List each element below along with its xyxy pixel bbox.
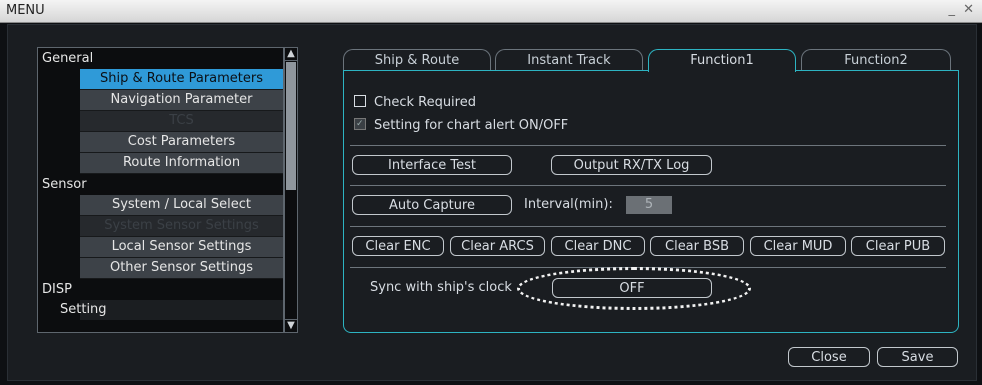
interval-input[interactable]: 5 [626, 196, 672, 214]
save-button[interactable]: Save [877, 347, 958, 367]
check-required-checkbox[interactable]: Check Required [354, 95, 476, 111]
menu-dialog: General Ship & Route Parameters Navigati… [7, 24, 977, 381]
clear-bsb-button[interactable]: Clear BSB [650, 236, 744, 256]
chart-alert-checkbox[interactable]: Setting for chart alert ON/OFF [354, 118, 568, 134]
highlight-ellipse [517, 267, 751, 310]
tree-item-navigation-parameter[interactable]: Navigation Parameter [80, 90, 283, 111]
output-log-button[interactable]: Output RX/TX Log [551, 155, 712, 175]
window-title: MENU [6, 3, 45, 18]
tree-item-system-local-select[interactable]: System / Local Select [80, 195, 283, 216]
tree-item-route-information[interactable]: Route Information [80, 153, 283, 174]
interval-label: Interval(min): [524, 197, 613, 212]
tree-item-cost-parameters[interactable]: Cost Parameters [80, 132, 283, 153]
tab-ship-route[interactable]: Ship & Route [343, 49, 491, 71]
auto-capture-button[interactable]: Auto Capture [352, 195, 512, 215]
tree-item-setting[interactable]: Setting [60, 300, 107, 320]
tab-function1[interactable]: Function1 [648, 49, 796, 72]
tree-category-sensor[interactable]: Sensor [38, 174, 283, 195]
function1-panel: Check Required Setting for chart alert O… [343, 70, 959, 333]
clear-mud-button[interactable]: Clear MUD [750, 236, 846, 256]
tab-function2[interactable]: Function2 [801, 49, 951, 71]
scroll-up-icon[interactable]: ▲ [285, 48, 297, 61]
tree-item-background [80, 300, 283, 320]
clear-pub-button[interactable]: Clear PUB [851, 236, 945, 256]
divider [350, 185, 946, 186]
clear-arcs-button[interactable]: Clear ARCS [450, 236, 545, 256]
divider [350, 226, 946, 227]
tree-scrollbar[interactable]: ▲ ▼ [284, 47, 298, 333]
clear-enc-button[interactable]: Clear ENC [352, 236, 444, 256]
tab-instant-track[interactable]: Instant Track [495, 49, 643, 71]
close-button[interactable]: Close [788, 347, 870, 367]
checkbox-checked-icon[interactable] [354, 118, 366, 130]
interface-test-button[interactable]: Interface Test [352, 155, 512, 175]
title-bar: MENU _ ✕ [0, 0, 982, 23]
clear-dnc-button[interactable]: Clear DNC [551, 236, 645, 256]
tree-category-disp[interactable]: DISP [38, 279, 283, 300]
tree-item-other-sensor-settings[interactable]: Other Sensor Settings [80, 258, 283, 279]
tree-item-ship-route-parameters[interactable]: Ship & Route Parameters [80, 69, 283, 90]
tree-item-tcs: TCS [80, 111, 283, 132]
divider [350, 145, 946, 146]
check-required-label: Check Required [374, 95, 476, 110]
chart-alert-label: Setting for chart alert ON/OFF [374, 118, 569, 133]
checkbox-icon[interactable] [354, 95, 366, 107]
scroll-thumb[interactable] [286, 62, 296, 190]
tree-item-local-sensor-settings[interactable]: Local Sensor Settings [80, 237, 283, 258]
menu-tree: General Ship & Route Parameters Navigati… [37, 47, 284, 333]
tree-category-general[interactable]: General [38, 48, 283, 69]
scroll-down-icon[interactable]: ▼ [285, 319, 297, 332]
tree-item-system-sensor-settings: System Sensor Settings [80, 216, 283, 237]
sync-label: Sync with ship's clock [370, 280, 512, 295]
window-controls[interactable]: _ ✕ [948, 2, 976, 17]
